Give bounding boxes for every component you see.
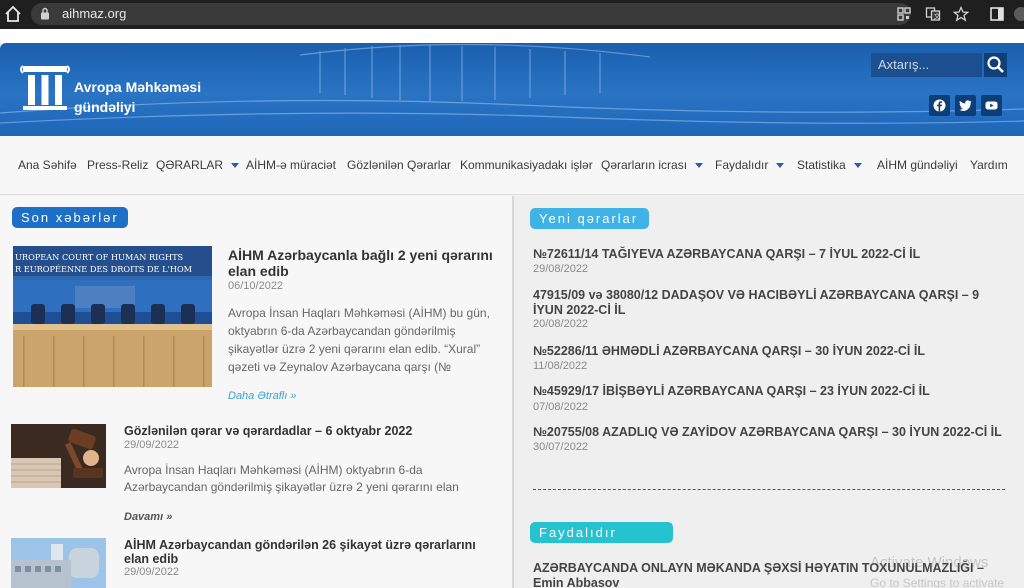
search-input[interactable]: Axtarış...	[871, 53, 982, 77]
svg-text:文: 文	[934, 12, 941, 21]
search-icon	[987, 56, 1004, 73]
nav-label: AİHM gündəliyi	[877, 158, 958, 172]
gavel-illustration	[11, 424, 106, 488]
decision-date: 29/08/2022	[533, 263, 589, 275]
news-title-pending-decisions[interactable]: Gözlənilən qərar və qərardadlar – 6 okty…	[124, 424, 500, 438]
nav-item-decisions[interactable]: QƏRARLAR	[156, 158, 240, 172]
section-heading-useful: Faydalıdır	[530, 522, 673, 543]
decision-date: 11/08/2022	[533, 360, 588, 372]
nav-label: Press-Reliz	[87, 158, 149, 172]
page-top-gap	[0, 29, 1024, 43]
watermark-line1: Activate Windows	[870, 554, 989, 571]
facebook-icon	[933, 99, 946, 112]
nav-item-pending[interactable]: Gözlənilən Qərarlar	[347, 158, 451, 172]
browser-toolbar: aihmaz.org 文	[0, 0, 1024, 29]
search-box: Axtarış...	[871, 53, 1007, 77]
image-caption-line2: R EUROPÉENNE DES DROITS DE L'HOM	[15, 264, 192, 274]
decision-link[interactable]: №52286/11 ƏHMƏDLİ AZƏRBAYCANA QARŞI – 30…	[533, 344, 1013, 359]
news-title-26-complaints[interactable]: AİHM Azərbaycandan göndərilən 26 şikayət…	[124, 538, 500, 566]
nav-label: Ana Səhifə	[18, 158, 77, 172]
site-name-line2: gündəliyi	[74, 99, 136, 115]
nav-item-agenda[interactable]: AİHM gündəliyi	[877, 158, 958, 172]
nav-label: Faydalıdır	[715, 158, 769, 172]
news-excerpt: Avropa İnsan Haqları Məhkəməsi (AİHM) ok…	[124, 463, 459, 494]
search-button[interactable]	[984, 53, 1007, 77]
url-text[interactable]: aihmaz.org	[62, 6, 126, 21]
decision-date: 30/07/2022	[533, 441, 589, 453]
nav-item-statistics[interactable]: Statistika	[797, 158, 862, 172]
twitter-icon	[959, 100, 972, 112]
facebook-link[interactable]	[929, 95, 950, 116]
section-heading-news: Son xəbərlər	[12, 207, 128, 228]
nav-item-useful[interactable]: Faydalıdır	[715, 158, 785, 172]
site-logo-icon[interactable]	[20, 63, 70, 113]
decision-link[interactable]: №72611/14 TAĞIYEVA AZƏRBAYCANA QARŞI – 7…	[533, 247, 1013, 262]
youtube-icon	[985, 101, 998, 110]
nav-item-apply[interactable]: AİHM-ə müraciət	[246, 158, 336, 172]
profile-icon[interactable]	[1013, 6, 1024, 22]
section-heading-new-decisions: Yeni qərarlar	[530, 208, 649, 229]
main-news-image[interactable]: UROPEAN COURT OF HUMAN RIGHTS R EUROPÉEN…	[13, 246, 212, 387]
site-name-line1: Avropa Məhkəməsi	[74, 79, 202, 95]
home-icon[interactable]	[4, 5, 22, 23]
section-separator	[533, 489, 1005, 490]
read-more-link[interactable]: Daha Ətraflı »	[228, 390, 296, 402]
nav-label: QƏRARLAR	[156, 158, 224, 172]
news-date: 29/09/2022	[124, 566, 180, 578]
twitter-link[interactable]	[955, 95, 976, 116]
side-panel-icon[interactable]	[989, 6, 1005, 22]
site-name[interactable]: Avropa Məhkəməsi gündəliyi	[74, 77, 201, 117]
court-building-illustration	[11, 538, 106, 588]
nav-label: Gözlənilən Qərarlar	[347, 158, 452, 172]
decision-link[interactable]: №45929/17 İBİŞBƏYLİ AZƏRBAYCANA QARŞI – …	[533, 384, 1013, 399]
site-header: Avropa Məhkəməsi gündəliyi Axtarış...	[0, 43, 1024, 136]
decision-date: 07/08/2022	[533, 401, 589, 413]
nav-item-execution[interactable]: Qərarların icrası	[601, 158, 704, 172]
nav-label: Qərarların icrası	[601, 158, 688, 172]
main-news-excerpt: Avropa İnsan Haqları Məhkəməsi (AİHM) bu…	[228, 306, 490, 374]
nav-label: Yardım	[970, 158, 1008, 172]
decision-link[interactable]: №20755/08 AZADLIQ VƏ ZAYİDOV AZƏRBAYCANA…	[533, 425, 1013, 440]
court-hall-illustration: UROPEAN COURT OF HUMAN RIGHTS R EUROPÉEN…	[13, 246, 212, 387]
watermark-line2: Go to Settings to activate	[870, 576, 1005, 588]
youtube-link[interactable]	[981, 95, 1002, 116]
continue-link[interactable]: Davamı »	[124, 511, 172, 523]
nav-label: Kommunikasiyadakı işlər	[460, 158, 593, 172]
lock-icon[interactable]	[40, 7, 50, 20]
news-thumbnail-building[interactable]	[11, 538, 106, 588]
main-navigation: Ana Səhifə Press-Reliz QƏRARLAR AİHM-ə m…	[0, 136, 1024, 195]
nav-item-press-release[interactable]: Press-Reliz	[87, 158, 148, 172]
decision-date: 20/08/2022	[533, 318, 589, 330]
main-news-date: 06/10/2022	[228, 280, 284, 292]
windows-activation-watermark: Activate Windows Go to Settings to activ…	[870, 553, 1004, 588]
chevron-down-icon	[231, 163, 240, 169]
chevron-down-icon	[776, 163, 785, 169]
news-thumbnail-gavel[interactable]	[11, 424, 106, 488]
decision-link[interactable]: 47915/09 və 38080/12 DADAŞOV VƏ HACIBƏYL…	[533, 288, 993, 318]
chevron-down-icon	[695, 163, 704, 169]
translate-icon[interactable]: 文	[925, 6, 941, 22]
image-caption-line1: UROPEAN COURT OF HUMAN RIGHTS	[15, 252, 184, 262]
qr-code-icon[interactable]	[896, 6, 912, 22]
nav-item-communicated[interactable]: Kommunikasiyadakı işlər	[460, 158, 593, 172]
news-date: 29/09/2022	[124, 439, 180, 451]
nav-label: Statistika	[797, 158, 846, 172]
main-news-title[interactable]: AİHM Azərbaycanla bağlı 2 yeni qərarını …	[228, 247, 500, 279]
bookmark-star-icon[interactable]	[953, 6, 969, 22]
nav-label: AİHM-ə müraciət	[246, 158, 337, 172]
nav-item-help[interactable]: Yardım	[970, 158, 1008, 172]
address-bar[interactable]	[31, 3, 911, 25]
nav-item-home[interactable]: Ana Səhifə	[18, 158, 77, 172]
chevron-down-icon	[853, 163, 862, 169]
